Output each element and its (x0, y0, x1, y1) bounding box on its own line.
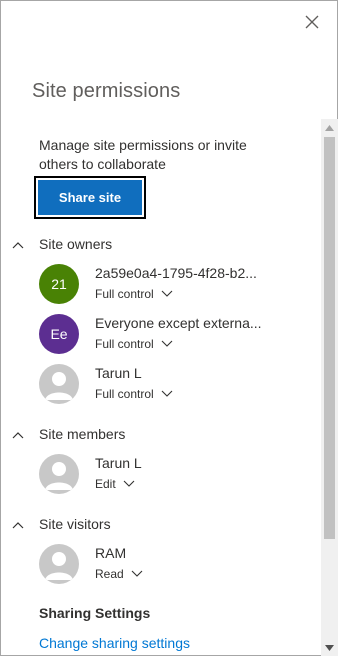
permission-label: Full control (95, 387, 154, 401)
scroll-thumb[interactable] (324, 137, 335, 539)
chevron-down-icon (131, 570, 143, 577)
permission-dropdown[interactable]: Read (95, 567, 143, 581)
group-header-site-visitors[interactable]: Site visitors (1, 515, 201, 535)
member-name: RAM (95, 545, 127, 561)
group-title: Site members (39, 426, 126, 442)
avatar (39, 544, 79, 584)
group-title: Site visitors (39, 516, 111, 532)
site-permissions-panel: Site permissions Manage site permissions… (0, 0, 338, 656)
member-name: Everyone except externa... (95, 315, 262, 331)
change-sharing-settings-link[interactable]: Change sharing settings (39, 635, 190, 651)
permission-label: Edit (95, 477, 116, 491)
chevron-down-icon (123, 480, 135, 487)
member-row: Tarun L Edit (39, 454, 279, 498)
vertical-scrollbar[interactable] (321, 119, 338, 656)
avatar: 21 (39, 264, 79, 304)
permission-dropdown[interactable]: Edit (95, 477, 135, 491)
permission-dropdown[interactable]: Full control (95, 337, 173, 351)
member-name: Tarun L (95, 365, 142, 381)
close-icon (305, 15, 319, 29)
member-row: Ee Everyone except externa... Full contr… (39, 314, 279, 358)
avatar (39, 364, 79, 404)
permission-label: Read (95, 567, 124, 581)
member-name: Tarun L (95, 455, 142, 471)
permission-dropdown[interactable]: Full control (95, 387, 173, 401)
chevron-up-icon (12, 522, 24, 529)
chevron-down-icon (161, 390, 173, 397)
permission-dropdown[interactable]: Full control (95, 287, 173, 301)
group-header-site-owners[interactable]: Site owners (1, 235, 201, 255)
scroll-down-button[interactable] (321, 639, 338, 656)
member-row: RAM Read (39, 544, 279, 588)
member-name: 2a59e0a4-1795-4f28-b2... (95, 265, 257, 281)
person-icon (45, 372, 73, 400)
group-title: Site owners (39, 236, 113, 252)
permission-label: Full control (95, 337, 154, 351)
person-icon (45, 552, 73, 580)
member-row: Tarun L Full control (39, 364, 279, 408)
chevron-down-icon (161, 290, 173, 297)
chevron-up-icon (12, 242, 24, 249)
chevron-down-icon (161, 340, 173, 347)
triangle-up-icon (325, 124, 334, 131)
scroll-up-button[interactable] (321, 119, 338, 136)
person-icon (45, 462, 73, 490)
triangle-down-icon (325, 644, 334, 651)
share-site-button[interactable]: Share site (38, 180, 142, 215)
sharing-settings-heading: Sharing Settings (39, 605, 151, 621)
close-button[interactable] (301, 11, 323, 33)
panel-content: Manage site permissions or invite others… (1, 119, 321, 656)
group-header-site-members[interactable]: Site members (1, 425, 201, 445)
chevron-up-icon (12, 432, 24, 439)
panel-title: Site permissions (32, 80, 181, 102)
permission-label: Full control (95, 287, 154, 301)
member-row: 21 2a59e0a4-1795-4f28-b2... Full control (39, 264, 279, 308)
avatar: Ee (39, 314, 79, 354)
share-site-focus-ring: Share site (34, 176, 146, 219)
avatar (39, 454, 79, 494)
intro-text: Manage site permissions or invite others… (39, 137, 247, 172)
